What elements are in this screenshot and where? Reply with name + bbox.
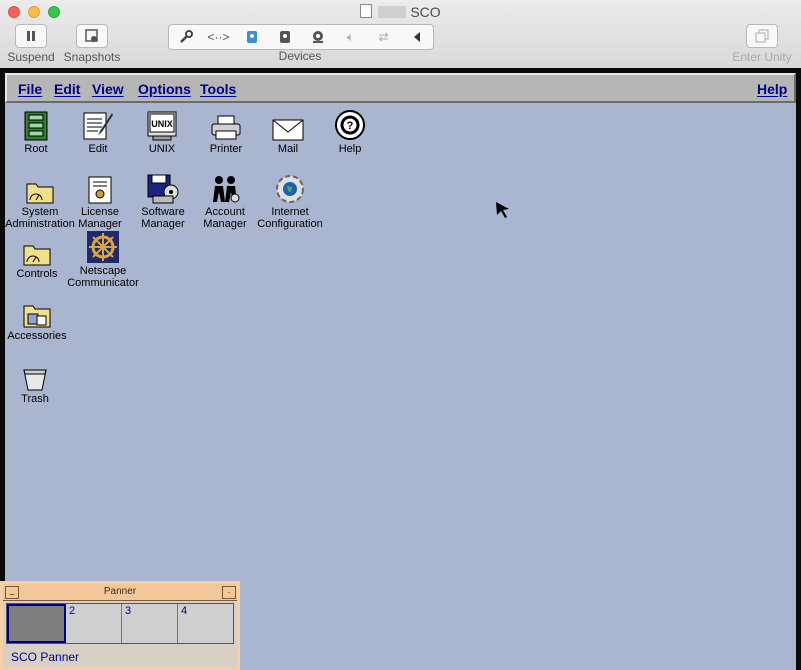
globe-icon bbox=[250, 172, 330, 204]
svg-text:?: ? bbox=[347, 120, 354, 132]
host-window-chrome: SCO Suspend Snapshots <··> 🔈︎ ⇄ Devices … bbox=[0, 0, 801, 69]
menu-tools[interactable]: Tools bbox=[200, 81, 236, 97]
wrench-icon[interactable] bbox=[174, 27, 198, 47]
suspend-button[interactable]: Suspend bbox=[6, 24, 56, 64]
camera-icon[interactable] bbox=[306, 27, 330, 47]
internet-configuration-label-line2: Configuration bbox=[257, 218, 323, 230]
guest-screen: File Edit View Options Tools Help Root E… bbox=[0, 68, 801, 670]
svg-text:UNIX: UNIX bbox=[151, 119, 173, 129]
internet-configuration-label-line1: Internet bbox=[271, 206, 309, 218]
trash-label: Trash bbox=[21, 393, 49, 405]
help-desktop-icon[interactable]: ? Help bbox=[310, 109, 390, 155]
workspace-pane-4[interactable]: 4 bbox=[178, 604, 233, 643]
mouse-cursor-icon bbox=[496, 202, 509, 218]
help-icon: ? bbox=[310, 109, 390, 141]
panner-workspaces: 2 3 4 bbox=[6, 603, 234, 644]
enter-unity-label: Enter Unity bbox=[732, 50, 792, 64]
accessories-desktop-icon[interactable]: Accessories bbox=[0, 296, 77, 342]
enter-unity-button[interactable]: Enter Unity bbox=[730, 24, 794, 64]
menu-help[interactable]: Help bbox=[757, 81, 787, 97]
panner-minimize-button[interactable]: . bbox=[222, 586, 236, 599]
collapse-arrow-icon[interactable] bbox=[405, 27, 429, 47]
panner-window-menu-button[interactable]: _ bbox=[5, 586, 19, 599]
unity-icon bbox=[746, 24, 778, 48]
floppy-icon[interactable] bbox=[273, 27, 297, 47]
accessories-label: Accessories bbox=[7, 330, 67, 342]
panner-label: SCO Panner bbox=[11, 650, 80, 664]
netscape-communicator-desktop-icon[interactable]: Netscape Communicator bbox=[63, 231, 143, 289]
trash-desktop-icon[interactable]: Trash bbox=[0, 359, 75, 405]
redacted-text bbox=[378, 6, 407, 18]
desktop-menubar: File Edit View Options Tools Help bbox=[5, 73, 796, 103]
help-label: Help bbox=[338, 143, 362, 155]
document-icon bbox=[360, 4, 373, 18]
internet-configuration-desktop-icon[interactable]: Internet Configuration bbox=[250, 172, 330, 230]
devices-label: Devices bbox=[278, 49, 322, 63]
snapshots-button[interactable]: Snapshots bbox=[62, 24, 122, 64]
network-icon[interactable]: <··> bbox=[207, 27, 231, 47]
window-title: SCO bbox=[0, 4, 801, 20]
menu-edit[interactable]: Edit bbox=[54, 81, 80, 97]
snapshot-icon bbox=[76, 24, 108, 48]
hard-disk-icon[interactable] bbox=[240, 27, 264, 47]
workspace-pane-2[interactable]: 2 bbox=[66, 604, 122, 643]
sco-panner-window: _ Panner . 2 3 4 SCO Panner bbox=[0, 581, 240, 670]
sound-icon[interactable]: 🔈︎ bbox=[339, 27, 363, 47]
panner-title: Panner bbox=[103, 586, 137, 597]
usb-icon[interactable]: ⇄ bbox=[372, 27, 396, 47]
workspace-pane-1[interactable] bbox=[7, 604, 66, 643]
folder-icon bbox=[0, 296, 77, 328]
menu-file[interactable]: File bbox=[18, 81, 42, 97]
workspace-pane-3[interactable]: 3 bbox=[122, 604, 178, 643]
suspend-label: Suspend bbox=[7, 50, 55, 64]
ship-wheel-icon bbox=[63, 231, 143, 263]
panner-titlebar[interactable]: _ Panner . bbox=[3, 584, 237, 601]
menu-options[interactable]: Options bbox=[138, 81, 191, 97]
trash-icon bbox=[0, 359, 75, 391]
netscape-communicator-label-line2: Communicator bbox=[67, 277, 139, 289]
devices-toolbar: <··> 🔈︎ ⇄ bbox=[168, 24, 434, 50]
menu-view[interactable]: View bbox=[92, 81, 124, 97]
window-title-text: SCO bbox=[410, 4, 441, 20]
pause-icon bbox=[15, 24, 47, 48]
snapshots-label: Snapshots bbox=[63, 50, 121, 64]
netscape-communicator-label-line1: Netscape bbox=[79, 265, 127, 277]
